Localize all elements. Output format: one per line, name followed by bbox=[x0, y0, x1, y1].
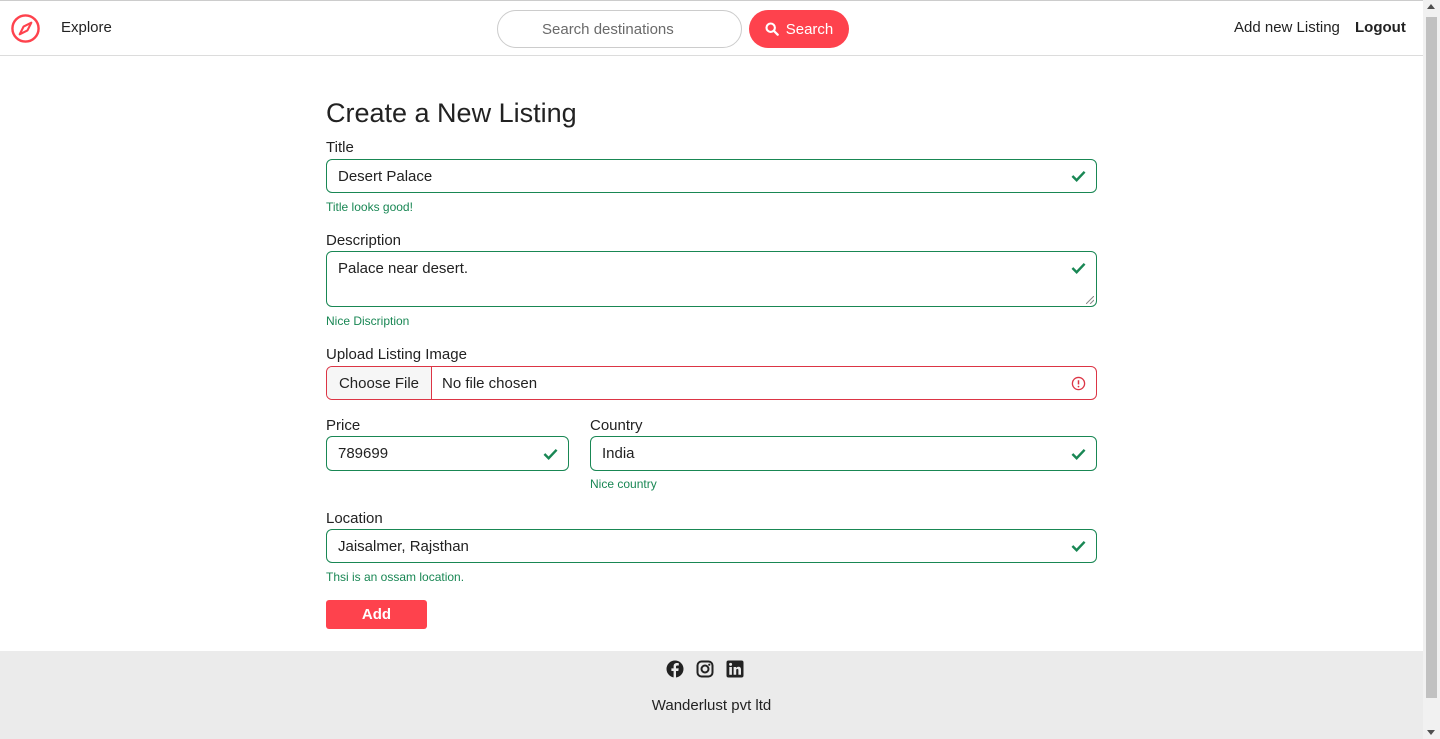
title-label: Title bbox=[326, 139, 354, 156]
valid-check-icon bbox=[1071, 170, 1086, 182]
title-feedback: Title looks good! bbox=[326, 200, 413, 214]
choose-file-button[interactable]: Choose File bbox=[327, 367, 432, 399]
nav-explore-link[interactable]: Explore bbox=[61, 19, 112, 36]
description-textarea-value: Palace near desert. bbox=[338, 260, 469, 277]
valid-check-icon bbox=[1071, 540, 1086, 552]
image-label: Upload Listing Image bbox=[326, 346, 467, 363]
price-label: Price bbox=[326, 417, 361, 434]
resize-grip-icon[interactable] bbox=[1086, 296, 1094, 304]
add-listing-button[interactable]: Add bbox=[326, 600, 427, 629]
country-feedback: Nice country bbox=[590, 477, 657, 491]
title-input-value: Desert Palace bbox=[338, 167, 433, 185]
compass-icon[interactable] bbox=[10, 13, 41, 44]
image-file-input[interactable]: Choose File No file chosen bbox=[326, 366, 1097, 400]
location-label: Location bbox=[326, 510, 383, 527]
valid-check-icon bbox=[1071, 448, 1086, 460]
facebook-icon[interactable] bbox=[666, 660, 684, 678]
country-input-value: India bbox=[602, 445, 635, 462]
footer-company: Wanderlust pvt ltd bbox=[651, 697, 772, 714]
title-input[interactable]: Desert Palace bbox=[326, 159, 1097, 193]
page-scrollbar[interactable] bbox=[1423, 0, 1440, 739]
location-input[interactable]: Jaisalmer, Rajsthan bbox=[326, 529, 1097, 563]
scroll-up-arrow-icon[interactable] bbox=[1427, 4, 1435, 9]
search-input[interactable] bbox=[497, 10, 742, 48]
search-icon bbox=[765, 22, 779, 36]
navbar: Explore Search Add new Listing Logout bbox=[0, 0, 1423, 56]
valid-check-icon bbox=[543, 448, 558, 460]
error-alert-icon bbox=[1071, 376, 1086, 391]
scroll-down-arrow-icon[interactable] bbox=[1427, 730, 1435, 735]
page-title: Create a New Listing bbox=[326, 98, 577, 128]
location-input-value: Jaisalmer, Rajsthan bbox=[338, 537, 469, 555]
file-status: No file chosen bbox=[442, 374, 538, 392]
description-label: Description bbox=[326, 232, 402, 249]
valid-check-icon bbox=[1071, 262, 1086, 274]
nav-logout-link[interactable]: Logout bbox=[1355, 19, 1406, 36]
linkedin-icon[interactable] bbox=[726, 660, 744, 678]
search-button-label: Search bbox=[785, 20, 834, 38]
instagram-icon[interactable] bbox=[696, 660, 714, 678]
price-input-value: 789699 bbox=[338, 445, 389, 462]
country-input[interactable]: India bbox=[590, 436, 1097, 471]
price-input[interactable]: 789699 bbox=[326, 436, 569, 471]
location-feedback: Thsi is an ossam location. bbox=[326, 570, 465, 584]
description-feedback: Nice Discription bbox=[326, 314, 410, 328]
description-textarea[interactable]: Palace near desert. bbox=[326, 251, 1097, 307]
country-label: Country bbox=[590, 417, 643, 434]
nav-add-listing-link[interactable]: Add new Listing bbox=[1234, 19, 1340, 36]
footer: Wanderlust pvt ltd bbox=[0, 651, 1423, 739]
search-button[interactable]: Search bbox=[749, 10, 849, 48]
scroll-thumb[interactable] bbox=[1426, 17, 1437, 698]
